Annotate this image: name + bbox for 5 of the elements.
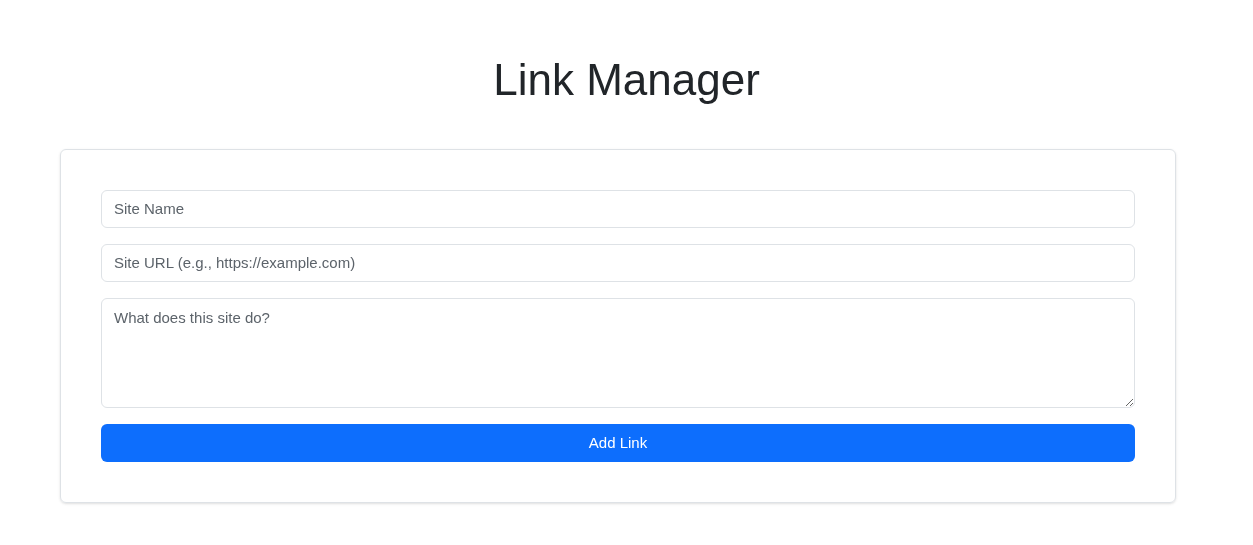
text-field[interactable]: Site Name bbox=[101, 189, 1135, 228]
text-field[interactable]: Site URL (e.g., https://example.com) bbox=[101, 243, 1135, 282]
page-title: Link Manager bbox=[493, 54, 760, 106]
description-field[interactable]: What does this site do? bbox=[101, 297, 1135, 408]
add-link-button[interactable]: Add Link bbox=[101, 423, 1135, 462]
